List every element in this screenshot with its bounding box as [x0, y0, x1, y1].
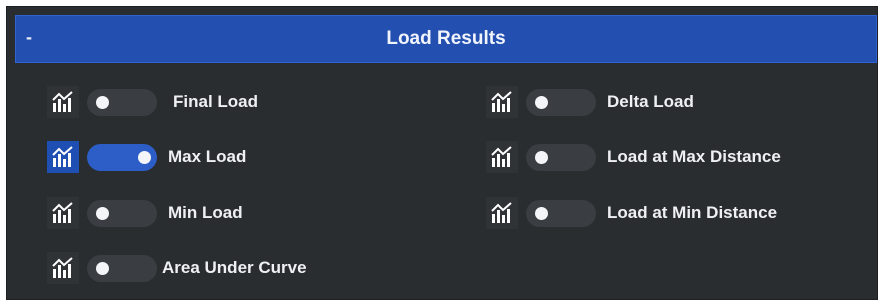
chart-icon[interactable] [47, 86, 79, 118]
chart-icon[interactable] [486, 141, 518, 173]
load-at-max-distance-toggle[interactable] [526, 144, 596, 171]
chart-icon[interactable] [486, 86, 518, 118]
chart-icon[interactable] [486, 197, 518, 229]
chart-icon[interactable] [47, 197, 79, 229]
toggle-knob [96, 262, 109, 275]
load-at-min-distance-label: Load at Min Distance [607, 203, 778, 222]
toggle-knob [96, 207, 109, 220]
final-load-toggle[interactable] [87, 89, 157, 116]
delta-load-label: Delta Load [607, 92, 694, 111]
max-load-toggle[interactable] [87, 144, 157, 171]
load-at-max-distance-label: Load at Max Distance [607, 147, 781, 166]
result-row-min-load: Min Load [47, 197, 447, 229]
result-row-load-at-max-distance: Load at Max Distance [486, 141, 866, 173]
final-load-label: Final Load [173, 92, 258, 111]
result-row-load-at-min-distance: Load at Min Distance [486, 197, 866, 229]
load-results-panel: - Load Results Final Load Max Load Min L… [6, 6, 878, 300]
area-under-curve-toggle[interactable] [87, 255, 157, 282]
result-row-max-load: Max Load [47, 141, 447, 173]
chart-icon[interactable] [47, 252, 79, 284]
load-at-min-distance-toggle[interactable] [526, 200, 596, 227]
toggle-knob [535, 151, 548, 164]
max-load-label: Max Load [168, 147, 247, 166]
min-load-toggle[interactable] [87, 200, 157, 227]
toggle-knob [535, 207, 548, 220]
result-row-final-load: Final Load [47, 86, 447, 118]
panel-header[interactable]: - Load Results [15, 15, 877, 63]
result-row-area-under-curve: Area Under Curve [47, 252, 447, 284]
delta-load-toggle[interactable] [526, 89, 596, 116]
toggle-knob [96, 96, 109, 109]
toggle-knob [535, 96, 548, 109]
toggle-knob [138, 151, 151, 164]
result-row-delta-load: Delta Load [486, 86, 866, 118]
area-under-curve-label: Area Under Curve [162, 258, 307, 277]
min-load-label: Min Load [168, 203, 243, 222]
chart-icon[interactable] [47, 141, 79, 173]
panel-title: Load Results [386, 28, 506, 49]
